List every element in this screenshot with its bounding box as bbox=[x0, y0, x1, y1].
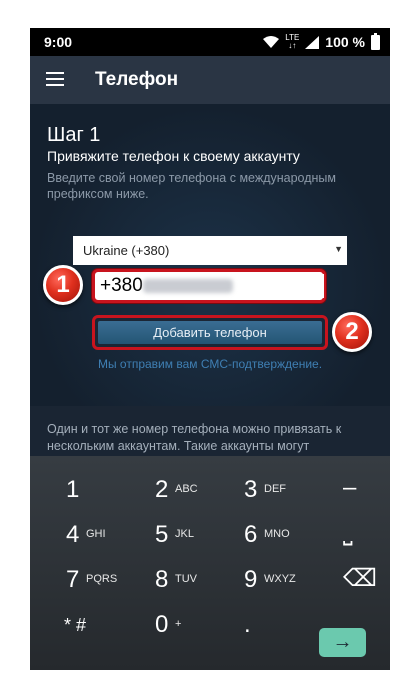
phone-field-highlight bbox=[92, 269, 326, 303]
lte-icon: LTE ↓↑ bbox=[285, 33, 300, 50]
add-phone-button[interactable]: Добавить телефон bbox=[98, 321, 322, 344]
key-dash[interactable]: – bbox=[305, 456, 390, 506]
add-phone-button-highlight: Добавить телефон bbox=[92, 315, 328, 350]
key-9[interactable]: 9 WXYZ bbox=[216, 546, 306, 596]
status-time: 9:00 bbox=[44, 34, 73, 50]
country-select-value: Ukraine (+380) bbox=[83, 243, 170, 258]
key-7[interactable]: 7 PQRS bbox=[38, 546, 128, 596]
sms-note: Мы отправим вам СМС-подтверждение. bbox=[97, 357, 323, 371]
status-bar: 9:00 LTE ↓↑ 100 % bbox=[30, 28, 390, 56]
key-1[interactable]: 1 bbox=[38, 456, 128, 506]
key-4[interactable]: 4 GHI bbox=[38, 501, 128, 551]
backspace-icon: ⌫ bbox=[343, 565, 377, 592]
dropdown-arrow-icon: ▼ bbox=[334, 244, 343, 254]
info-text: Один и тот же номер телефона можно привя… bbox=[47, 422, 342, 453]
annotation-badge-2: 2 bbox=[332, 312, 372, 352]
go-button[interactable]: → bbox=[319, 628, 366, 657]
key-5[interactable]: 5 JKL bbox=[127, 501, 217, 551]
numeric-keyboard: 1 2 ABC 3 DEF – 4 GHI 5 JKL 6 MNO ⎵ 7 PQRS 8 TU… bbox=[30, 456, 390, 670]
country-select[interactable]: Ukraine (+380) ▼ bbox=[73, 236, 347, 265]
info-area: Один и тот же номер телефона можно привя… bbox=[30, 406, 390, 456]
key-8[interactable]: 8 TUV bbox=[127, 546, 217, 596]
hamburger-menu-icon[interactable] bbox=[46, 72, 64, 86]
battery-icon bbox=[371, 32, 380, 50]
step-hint: Введите свой номер телефона с международ… bbox=[47, 171, 337, 201]
key-0[interactable]: 0 + bbox=[127, 591, 217, 641]
key-3[interactable]: 3 DEF bbox=[216, 456, 306, 506]
page-title: Телефон bbox=[95, 69, 179, 90]
key-dot[interactable]: . bbox=[216, 591, 306, 641]
status-icons: LTE ↓↑ 100 % bbox=[263, 32, 380, 50]
signal-icon bbox=[305, 35, 320, 49]
key-6[interactable]: 6 MNO bbox=[216, 501, 306, 551]
key-star-hash[interactable]: * # bbox=[38, 591, 128, 641]
space-icon: ⎵ bbox=[343, 519, 353, 546]
app-bar: Телефон bbox=[30, 56, 390, 104]
phone-setup-panel: Шаг 1 Привяжите телефон к своему аккаунт… bbox=[30, 104, 390, 406]
key-space[interactable]: ⎵ bbox=[305, 501, 390, 551]
annotation-badge-1: 1 bbox=[43, 265, 83, 305]
key-backspace[interactable]: ⌫ bbox=[305, 546, 390, 596]
step-subtitle: Привяжите телефон к своему аккаунту bbox=[47, 148, 300, 164]
blurred-number bbox=[143, 279, 233, 293]
battery-text: 100 % bbox=[325, 34, 365, 50]
key-2[interactable]: 2 ABC bbox=[127, 456, 217, 506]
step-title: Шаг 1 bbox=[47, 124, 101, 146]
wifi-icon bbox=[263, 36, 280, 48]
phone-screen: 9:00 LTE ↓↑ 100 % Телефон Шаг 1 Привяжите… bbox=[30, 28, 390, 670]
